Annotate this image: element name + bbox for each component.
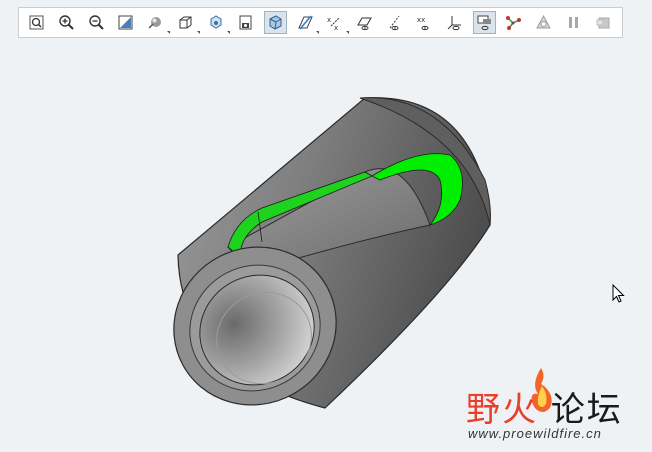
saved-orientations-icon — [179, 16, 192, 29]
watermark-title: 野火 论坛 — [466, 382, 623, 431]
axis-display-icon — [389, 15, 400, 31]
spin-center-button[interactable] — [472, 11, 496, 34]
plane-display-icon — [357, 17, 373, 31]
pause-button — [562, 11, 585, 34]
mouse-pointer-icon — [612, 284, 625, 303]
display-style-button[interactable] — [144, 11, 171, 34]
svg-text:xx: xx — [417, 16, 425, 24]
spin-center-icon — [477, 15, 491, 31]
shading-warning-button — [532, 11, 555, 34]
svg-text:x: x — [327, 16, 331, 24]
zoom-in-icon — [59, 15, 74, 30]
network-icon — [506, 16, 522, 30]
perspective-view-button[interactable] — [234, 11, 257, 34]
zoom-out-icon — [88, 15, 104, 30]
repaint-button[interactable] — [115, 11, 138, 34]
section-view-icon — [269, 15, 282, 30]
refit-icon — [29, 15, 44, 30]
network-button[interactable] — [503, 11, 526, 34]
svg-text:x: x — [334, 24, 338, 31]
refit-button[interactable] — [25, 11, 48, 34]
point-display-icon: xx — [417, 16, 429, 31]
watermark-title-dark: 论坛 — [550, 390, 623, 430]
watermark-url: www.proewildfire.cn — [468, 426, 602, 441]
graphics-toolbar: xx xx — [18, 7, 623, 38]
stop-button — [592, 11, 615, 34]
shading-warning-icon — [536, 14, 552, 29]
repaint-icon — [118, 15, 133, 30]
cylinder-part-model[interactable] — [150, 85, 510, 415]
stop-icon — [596, 17, 610, 29]
csys-display-button[interactable] — [443, 11, 466, 34]
display-style-icon — [148, 17, 162, 29]
view-manager-button[interactable] — [204, 11, 230, 34]
annotation-display-icon: xx — [327, 16, 340, 31]
graphics-window[interactable]: xx xx 野火 论坛 www.proewildfire.cn — [0, 0, 652, 452]
datum-display-icon — [297, 15, 313, 30]
zoom-in-button[interactable] — [55, 11, 78, 34]
csys-display-icon — [447, 16, 461, 31]
pause-icon — [569, 17, 579, 28]
zoom-out-button[interactable] — [85, 11, 108, 34]
annotation-display-button[interactable]: xx — [323, 11, 350, 34]
forum-watermark: 野火 论坛 www.proewildfire.cn — [462, 366, 642, 446]
point-display-button[interactable]: xx — [413, 11, 436, 34]
datum-display-button[interactable] — [294, 11, 320, 34]
perspective-view-icon — [239, 15, 252, 30]
watermark-title-accent: 野火 — [466, 390, 538, 430]
section-view-button[interactable] — [263, 11, 287, 34]
axis-display-button[interactable] — [383, 11, 406, 34]
view-manager-icon — [210, 15, 222, 29]
plane-display-button[interactable] — [353, 11, 376, 34]
saved-orientations-button[interactable] — [174, 11, 201, 34]
